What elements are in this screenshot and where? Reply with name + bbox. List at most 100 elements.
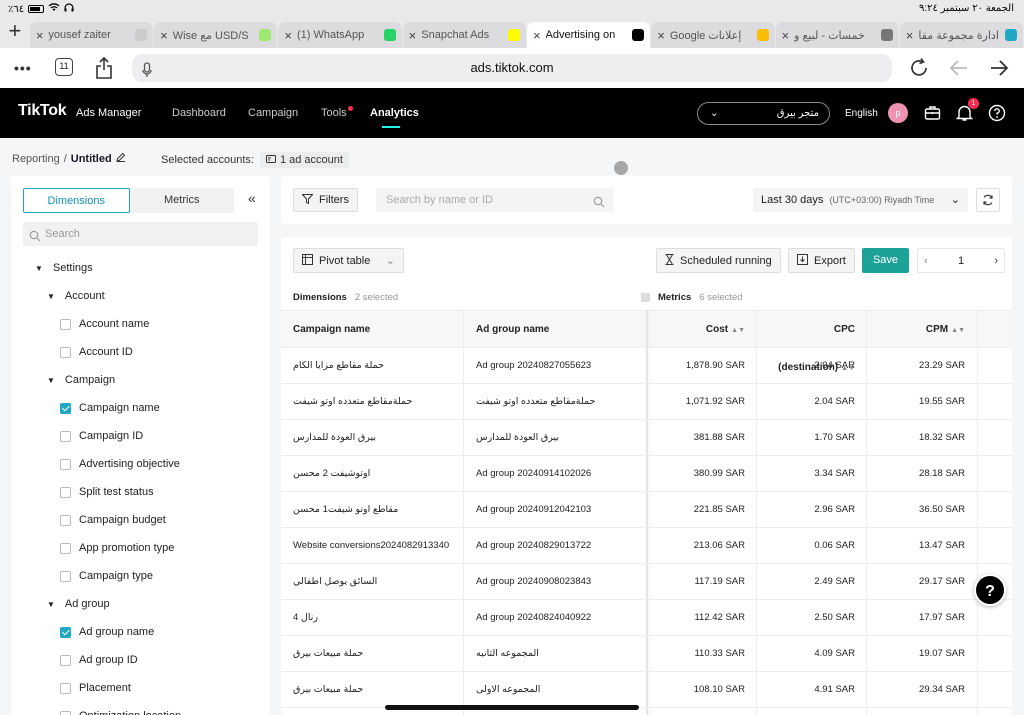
dimension-search-input[interactable]: Search xyxy=(23,222,258,246)
close-tab-icon[interactable]: × xyxy=(36,28,44,43)
tree-item-checkbox[interactable]: Account ID xyxy=(60,342,133,362)
page-number[interactable]: 1 xyxy=(958,255,964,267)
collapse-metrics-icon[interactable] xyxy=(641,292,650,302)
tree-item-checkbox[interactable]: Ad group name xyxy=(60,622,154,642)
microphone-icon[interactable] xyxy=(142,60,152,88)
table-row[interactable]: مقاطع اوتو شيفت1 محسن Ad group 2024091204… xyxy=(281,492,1012,528)
sort-icon[interactable]: ▲▼ xyxy=(951,327,965,334)
checkbox[interactable] xyxy=(60,710,71,715)
close-tab-icon[interactable]: × xyxy=(284,28,292,43)
close-tab-icon[interactable]: × xyxy=(906,28,914,43)
table-row[interactable]: بيرق العودة للمدارس بيرق العودة للمدارس 38… xyxy=(281,420,1012,456)
browser-tab[interactable]: × Google إعلانات xyxy=(651,22,775,48)
close-tab-icon[interactable]: × xyxy=(409,28,417,43)
refresh-button[interactable] xyxy=(976,188,1000,212)
tab-metrics[interactable]: Metrics xyxy=(130,188,235,213)
language-selector[interactable]: English xyxy=(845,108,878,119)
tree-group[interactable]: ▼ Settings xyxy=(35,258,93,278)
checkbox[interactable] xyxy=(60,346,71,358)
col-cpc[interactable]: CPC (destination) ▲▼ xyxy=(757,311,855,373)
filters-button[interactable]: Filters xyxy=(293,188,358,212)
help-icon[interactable] xyxy=(988,104,1006,125)
nav-tools[interactable]: Tools xyxy=(321,107,347,119)
tree-item-checkbox[interactable]: Advertising objective xyxy=(60,454,180,474)
close-tab-icon[interactable]: × xyxy=(657,28,665,43)
tree-group[interactable]: ▼ Ad group xyxy=(47,594,110,614)
browser-tab[interactable]: × Wise مع USD/S xyxy=(154,22,278,48)
tree-item-checkbox[interactable]: Account name xyxy=(60,314,149,334)
checkbox[interactable] xyxy=(60,654,71,666)
pivot-table-button[interactable]: Pivot table ⌄ xyxy=(293,248,404,273)
next-page-icon[interactable]: › xyxy=(994,255,998,267)
export-button[interactable]: Export xyxy=(788,248,855,273)
share-icon[interactable] xyxy=(95,56,113,82)
collapse-panel-icon[interactable]: « xyxy=(248,190,256,206)
tree-item-checkbox[interactable]: Split test status xyxy=(60,482,154,502)
close-tab-icon[interactable]: × xyxy=(533,28,541,43)
caret-down-icon[interactable]: ▼ xyxy=(47,376,55,385)
nav-campaign[interactable]: Campaign xyxy=(248,107,298,119)
table-row[interactable]: حملة مبيعات بيرق المجموعه الثانيه 110.33 S… xyxy=(281,636,1012,672)
tree-item-checkbox[interactable]: Placement xyxy=(60,678,131,698)
sort-icon[interactable]: ▲▼ xyxy=(731,327,745,334)
tree-item-checkbox[interactable]: Campaign ID xyxy=(60,426,143,446)
edit-pencil-icon[interactable] xyxy=(116,152,126,165)
checkbox-checked[interactable] xyxy=(60,626,71,638)
address-bar[interactable]: ads.tiktok.com xyxy=(132,54,892,82)
tab-overview-button[interactable]: 11 xyxy=(55,58,73,76)
close-tab-icon[interactable]: × xyxy=(782,28,790,43)
col-campaign-name[interactable]: Campaign name xyxy=(293,311,370,349)
new-tab-button[interactable]: + xyxy=(0,18,30,48)
save-button[interactable]: Save xyxy=(862,248,909,273)
checkbox[interactable] xyxy=(60,458,71,470)
briefcase-icon[interactable] xyxy=(924,104,941,124)
tree-group[interactable]: ▼ Account xyxy=(47,286,105,306)
reload-icon[interactable] xyxy=(908,57,930,82)
name-id-search-input[interactable]: Search by name or ID xyxy=(376,188,613,212)
tree-group[interactable]: ▼ Campaign xyxy=(47,370,115,390)
caret-down-icon[interactable]: ▼ xyxy=(47,600,55,609)
breadcrumb-root[interactable]: Reporting xyxy=(12,153,60,165)
table-row[interactable]: حملةمقاطع متعدده اوتو شيفت حملةمقاطع متعد… xyxy=(281,384,1012,420)
caret-down-icon[interactable]: ▼ xyxy=(35,264,43,273)
caret-down-icon[interactable]: ▼ xyxy=(47,292,55,301)
tree-item-checkbox[interactable]: Campaign name xyxy=(60,398,160,418)
back-arrow-icon[interactable] xyxy=(948,57,970,82)
browser-tab[interactable]: × Snapchat Ads xyxy=(402,22,526,48)
table-row[interactable]: السائق يوصل اطفالي Ad group 2024090802384… xyxy=(281,564,1012,600)
tree-item-checkbox[interactable]: App promotion type xyxy=(60,538,174,558)
col-ad-group-name[interactable]: Ad group name xyxy=(476,311,549,349)
tree-item-checkbox[interactable]: Campaign budget xyxy=(60,510,166,530)
help-chat-button[interactable]: ? xyxy=(974,574,1006,606)
table-row[interactable]: حملة مقاطع مزايا الكام Ad group 202408270… xyxy=(281,348,1012,384)
nav-dashboard[interactable]: Dashboard xyxy=(172,107,226,119)
checkbox[interactable] xyxy=(60,514,71,526)
checkbox-checked[interactable] xyxy=(60,402,71,414)
checkbox[interactable] xyxy=(60,486,71,498)
table-row[interactable]: Website conversions2024082913340 Ad group… xyxy=(281,528,1012,564)
scheduled-running-button[interactable]: Scheduled running xyxy=(656,248,781,273)
tree-item-checkbox[interactable]: Campaign type xyxy=(60,566,153,586)
account-selector[interactable]: متجر بيرق ⌄ xyxy=(697,102,830,125)
browser-tab[interactable]: × ادارة مجموعة مقا xyxy=(899,22,1024,48)
checkbox[interactable] xyxy=(60,682,71,694)
checkbox[interactable] xyxy=(60,430,71,442)
close-tab-icon[interactable]: × xyxy=(160,28,168,43)
tree-item-checkbox[interactable]: Ad group ID xyxy=(60,650,138,670)
table-row[interactable]: حملة مبيعات بيرق المجموعه الاولى 108.10 SA… xyxy=(281,672,1012,708)
checkbox[interactable] xyxy=(60,570,71,582)
account-chip[interactable]: 1 ad account xyxy=(259,152,349,168)
tab-dimensions[interactable]: Dimensions xyxy=(23,188,130,213)
browser-tab[interactable]: × خمسات - لبيع و xyxy=(775,22,899,48)
checkbox[interactable] xyxy=(60,318,71,330)
browser-tab[interactable]: × yousef zaiter xyxy=(29,22,154,48)
avatar[interactable]: p xyxy=(888,103,908,123)
table-row[interactable]: اوتوشيفت 2 محسن Ad group 20240914102026 38… xyxy=(281,456,1012,492)
tree-item-checkbox[interactable]: Optimization location xyxy=(60,706,181,715)
forward-arrow-icon[interactable] xyxy=(988,57,1010,82)
col-cpm[interactable]: CPM ▲▼ xyxy=(867,311,965,349)
checkbox[interactable] xyxy=(60,542,71,554)
col-cost[interactable]: Cost ▲▼ xyxy=(647,311,745,349)
tiktok-logo[interactable]: TikTok xyxy=(18,102,67,120)
browser-tab[interactable]: × (1) WhatsApp xyxy=(278,22,402,48)
